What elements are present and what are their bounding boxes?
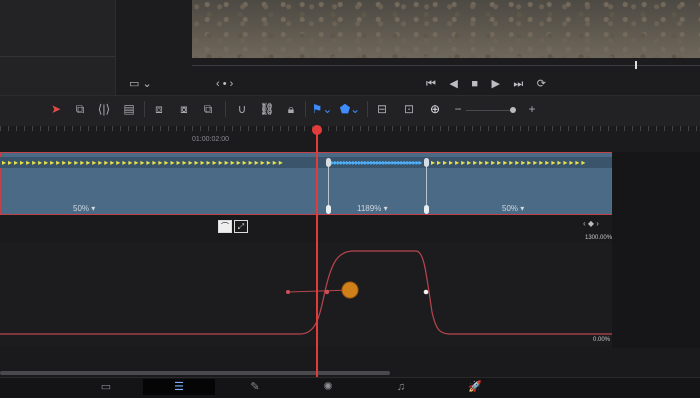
speed-arrows-slow: ▸▸▸▸▸▸▸▸▸▸▸▸▸▸▸▸▸▸▸▸▸▸▸▸▸▸ [431, 158, 588, 167]
insert-clip-icon[interactable]: ⧈ [151, 101, 167, 117]
overwrite-clip-icon[interactable]: ⧇ [176, 101, 192, 117]
playhead[interactable] [316, 134, 318, 377]
linear-curve-button[interactable]: ⤢ [234, 220, 248, 233]
speed-point-handle[interactable] [424, 158, 429, 167]
zoom-icon[interactable]: ⊕ [427, 101, 443, 117]
go-to-end-button[interactable]: ⏭ [513, 78, 523, 90]
segment-speed-2[interactable]: 1189% ▾ [357, 204, 388, 213]
go-to-start-button[interactable]: ⏮ [426, 78, 436, 90]
speed-point-handle[interactable] [424, 205, 429, 214]
viewer-scrubber[interactable] [192, 65, 700, 66]
curve-max-value: 1300.00% [585, 235, 613, 241]
curve-header [0, 216, 612, 243]
marker-icon[interactable]: ⬟⌄ [339, 101, 361, 117]
keyframe-navigator[interactable]: ‹ ◆ › [583, 219, 599, 228]
color-page-icon[interactable]: ✺ [292, 379, 364, 395]
play-button[interactable]: ▶ [491, 78, 499, 90]
zoom-slider-handle[interactable] [510, 107, 516, 113]
zoom-slider[interactable] [466, 110, 514, 111]
toolbar-separator [305, 101, 306, 117]
media-page-icon[interactable]: ▭ [70, 379, 142, 395]
speed-point-2[interactable] [426, 160, 427, 210]
previous-clip-button[interactable]: ‹ [216, 78, 220, 90]
ruler-timecode: 01:00:02:00 [192, 136, 229, 143]
bezier-handle-active[interactable] [341, 281, 359, 299]
curve-path[interactable] [0, 250, 612, 335]
timeline-empty-area [612, 152, 700, 348]
ease-curve-button[interactable]: ⌒ [218, 220, 232, 233]
curve-keyframe[interactable] [324, 289, 330, 295]
snapping-icon[interactable]: ∪ [234, 101, 250, 117]
panel-divider [0, 56, 115, 57]
zoom-detail-icon[interactable]: ⊡ [401, 101, 417, 117]
scrubber-handle[interactable] [635, 61, 637, 69]
reverse-play-button[interactable]: ◀ [449, 78, 457, 90]
speed-arrows-slow: ▸▸▸▸▸▸▸▸▸▸▸▸▸▸▸▸▸▸▸▸▸▸▸▸▸▸▸▸▸▸▸▸▸▸▸▸▸▸▸▸… [2, 158, 285, 167]
media-panel [0, 0, 116, 95]
toolbar-separator [144, 101, 145, 117]
speed-point-1[interactable] [328, 160, 329, 210]
speed-point-handle[interactable] [326, 205, 331, 214]
speed-point-handle[interactable] [326, 158, 331, 167]
bezier-handle-left[interactable] [286, 290, 290, 294]
fusion-page-icon[interactable]: ✎ [219, 379, 291, 395]
timeline-ruler[interactable] [0, 126, 700, 153]
clip-dot-indicator: • [222, 78, 227, 90]
blade-icon[interactable]: ▤ [121, 101, 137, 117]
segment-speed-3[interactable]: 50% ▾ [502, 204, 524, 213]
loop-button[interactable]: ⟳ [537, 78, 546, 90]
next-clip-button[interactable]: › [230, 78, 234, 90]
timeline-scrollbar[interactable] [0, 371, 390, 375]
fairlight-page-icon[interactable]: ♫ [365, 379, 437, 395]
toolbar-separator [225, 101, 226, 117]
arrow-select-icon[interactable]: ➤ [48, 101, 64, 117]
edit-page-icon[interactable]: ☰ [143, 379, 215, 395]
playhead-handle[interactable] [312, 125, 322, 135]
dynamic-trim-icon[interactable]: ⟨|⟩ [96, 101, 112, 117]
viewer-options-icon[interactable]: ▭ ⌄ [129, 78, 152, 90]
lock-icon[interactable]: 🔒︎ [283, 101, 299, 117]
segment-speed-1[interactable]: 50% ▾ [73, 204, 95, 213]
replace-clip-icon[interactable]: ⧉ [200, 101, 216, 117]
speed-arrows-fast: ▸▸▸▸▸▸▸▸▸▸▸▸▸▸▸▸▸▸▸▸▸▸▸▸▸▸▸▸▸▸ [331, 158, 422, 167]
trim-icon[interactable]: ⧉ [72, 101, 88, 117]
speed-curve[interactable] [0, 242, 612, 346]
zoom-full-icon[interactable]: ⊟ [374, 101, 390, 117]
toolbar-separator [367, 101, 368, 117]
zoom-in-icon[interactable]: + [524, 101, 540, 117]
zoom-out-icon[interactable]: − [450, 101, 466, 117]
link-icon[interactable]: ⛓ [259, 101, 275, 117]
deliver-page-icon[interactable]: 🚀 [439, 379, 511, 395]
stop-button[interactable]: ■ [471, 78, 478, 90]
curve-keyframe-selected[interactable] [423, 289, 429, 295]
video-preview [192, 0, 700, 58]
flag-icon[interactable]: ⚑⌄ [311, 101, 333, 117]
